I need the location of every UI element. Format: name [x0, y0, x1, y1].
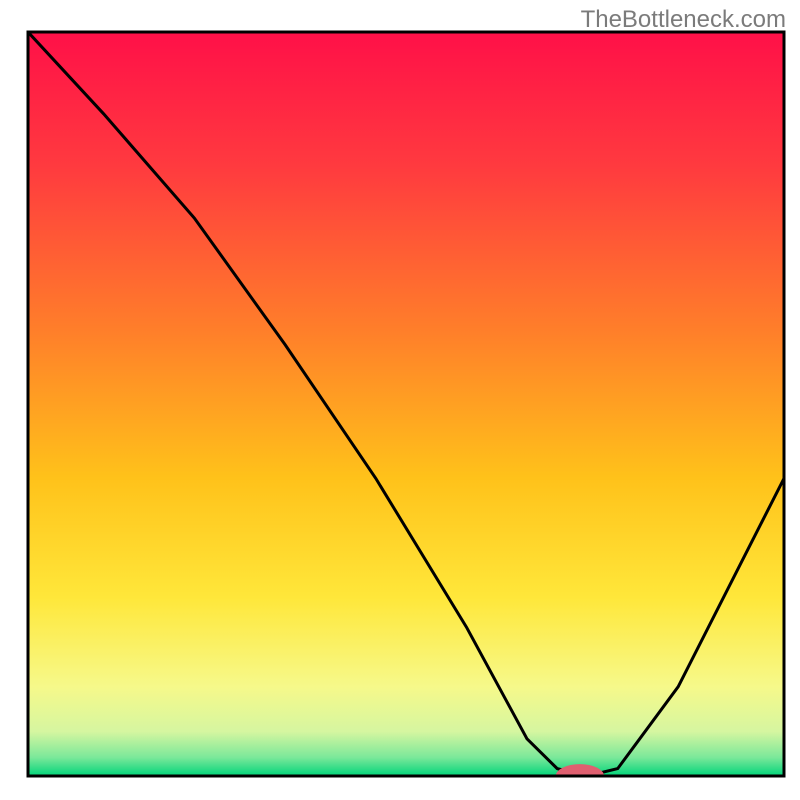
chart-container: { "watermark": "TheBottleneck.com", "col… — [0, 0, 800, 800]
watermark-text: TheBottleneck.com — [581, 6, 786, 34]
bottleneck-chart — [0, 0, 800, 800]
gradient-background — [28, 32, 784, 776]
